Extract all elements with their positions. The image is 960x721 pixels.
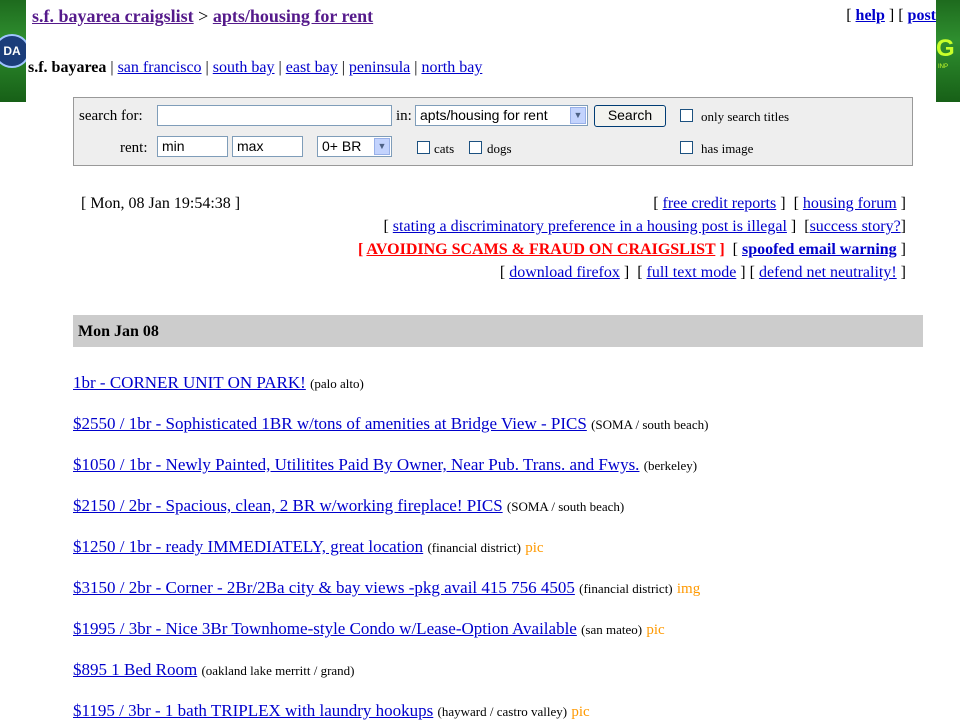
list-item: $3150 / 2br - Corner - 2Br/2Ba city & ba… [73,578,700,598]
dogs-checkbox[interactable] [469,141,482,154]
cats-checkbox[interactable] [417,141,430,154]
breadcrumb-site-link[interactable]: s.f. bayarea craigslist [32,6,194,26]
listing-link[interactable]: $2550 / 1br - Sophisticated 1BR w/tons o… [73,414,587,433]
rent-min-input[interactable]: min [157,136,228,157]
breadcrumb-separator: > [198,6,209,26]
listing-tag: pic [646,622,665,638]
list-item: $2150 / 2br - Spacious, clean, 2 BR w/wo… [73,496,624,516]
full-text-link[interactable]: full text mode [647,264,737,281]
search-input[interactable] [157,105,392,126]
listing-location: (hayward / castro valley) [437,704,568,719]
firefox-link[interactable]: download firefox [509,264,620,281]
bedrooms-select[interactable]: 0+ BR ▼ [317,136,392,157]
search-button[interactable]: Search [594,105,666,127]
only-titles-checkbox[interactable] [680,109,693,122]
listing-location: (palo alto) [310,376,364,391]
listing-location: (oakland lake merritt / grand) [201,663,355,678]
listing-location: (berkeley) [643,458,698,473]
in-label: in: [396,108,412,124]
cats-label: cats [434,141,455,156]
post-link[interactable]: post [908,7,936,24]
slide-right-logo-sub: INP [938,64,949,70]
dogs-label: dogs [487,141,512,156]
links-line-1: [ free credit reports ] [ housing forum … [653,195,906,212]
rent-label: rent: [120,140,148,156]
chevron-down-icon[interactable]: ▼ [570,107,586,124]
listing-link[interactable]: 1br - CORNER UNIT ON PARK! [73,373,306,392]
category-select[interactable]: apts/housing for rent ▼ [415,105,588,126]
list-item: $895 1 Bed Room (oakland lake merritt / … [73,660,355,680]
listing-link[interactable]: $1250 / 1br - ready IMMEDIATELY, great l… [73,537,423,556]
listing-location: (SOMA / south beach) [591,417,709,432]
listing-location: (financial district) [427,540,521,555]
listing-link[interactable]: $1050 / 1br - Newly Painted, Utilitites … [73,455,639,474]
listing-location: (financial district) [579,581,673,596]
links-line-3: [ AVOIDING SCAMS & FRAUD ON CRAIGSLIST ]… [357,241,906,258]
housing-forum-link[interactable]: housing forum [803,195,897,212]
breadcrumb-section-link[interactable]: apts/housing for rent [213,6,373,26]
list-item: 1br - CORNER UNIT ON PARK! (palo alto) [73,373,364,393]
listing-location: (san mateo) [581,622,643,637]
net-neutrality-link[interactable]: defend net neutrality! [759,264,897,281]
list-item: $1995 / 3br - Nice 3Br Townhome-style Co… [73,619,665,639]
list-item: $1050 / 1br - Newly Painted, Utilitites … [73,455,697,475]
area-current: s.f. bayarea [28,59,107,76]
area-link-san-francisco[interactable]: san francisco [118,59,202,76]
top-links: [ help ] [ post [846,7,936,25]
help-link[interactable]: help [856,7,885,24]
rent-max-input[interactable]: max [232,136,303,157]
list-item: $1195 / 3br - 1 bath TRIPLEX with laundr… [73,701,590,721]
has-image-checkbox[interactable] [680,141,693,154]
day-header: Mon Jan 08 [73,315,923,347]
listing-tag: pic [571,704,590,720]
area-link-peninsula[interactable]: peninsula [349,59,410,76]
listing-tag: pic [525,540,544,556]
listing-link[interactable]: $895 1 Bed Room [73,660,197,679]
list-item: $2550 / 1br - Sophisticated 1BR w/tons o… [73,414,708,434]
scams-link[interactable]: AVOIDING SCAMS & FRAUD ON CRAIGSLIST [366,241,715,258]
listing-tag: img [676,581,701,597]
search-for-label: search for: [79,108,143,124]
links-line-2: [ stating a discriminatory preference in… [383,218,906,235]
listing-location: (SOMA / south beach) [506,499,625,514]
slide-right-logo: G [936,35,955,62]
listing-link[interactable]: $1995 / 3br - Nice 3Br Townhome-style Co… [73,619,577,638]
list-item: $1250 / 1br - ready IMMEDIATELY, great l… [73,537,544,557]
listing-link[interactable]: $3150 / 2br - Corner - 2Br/2Ba city & ba… [73,578,575,597]
success-story-link[interactable]: success story? [810,218,901,235]
bracket-mid: ] [ [888,7,904,24]
only-titles-label: only search titles [701,109,790,124]
chevron-down-icon[interactable]: ▼ [374,138,390,155]
category-select-value: apts/housing for rent [420,107,548,123]
bedrooms-select-value: 0+ BR [322,138,362,154]
discrimination-link[interactable]: stating a discriminatory preference in a… [393,218,787,235]
listing-link[interactable]: $1195 / 3br - 1 bath TRIPLEX with laundr… [73,701,433,720]
area-link-north-bay[interactable]: north bay [421,59,482,76]
has-image-label: has image [701,141,754,156]
area-link-south-bay[interactable]: south bay [213,59,275,76]
page-timestamp: [ Mon, 08 Jan 19:54:38 ] [81,195,241,212]
links-line-4: [ download firefox ] [ full text mode ] … [499,264,906,281]
page-content: s.f. bayarea craigslist > apts/housing f… [26,0,936,720]
spoofed-email-link[interactable]: spoofed email warning [742,241,897,258]
listing-link[interactable]: $2150 / 2br - Spacious, clean, 2 BR w/wo… [73,496,503,515]
bracket-open: [ [846,7,852,24]
search-form: search for: in: apts/housing for rent ▼ … [73,97,913,166]
breadcrumb: s.f. bayarea craigslist > apts/housing f… [32,6,373,27]
free-credit-link[interactable]: free credit reports [663,195,777,212]
area-nav: s.f. bayarea | san francisco | south bay… [28,59,483,76]
area-link-east-bay[interactable]: east bay [286,59,338,76]
